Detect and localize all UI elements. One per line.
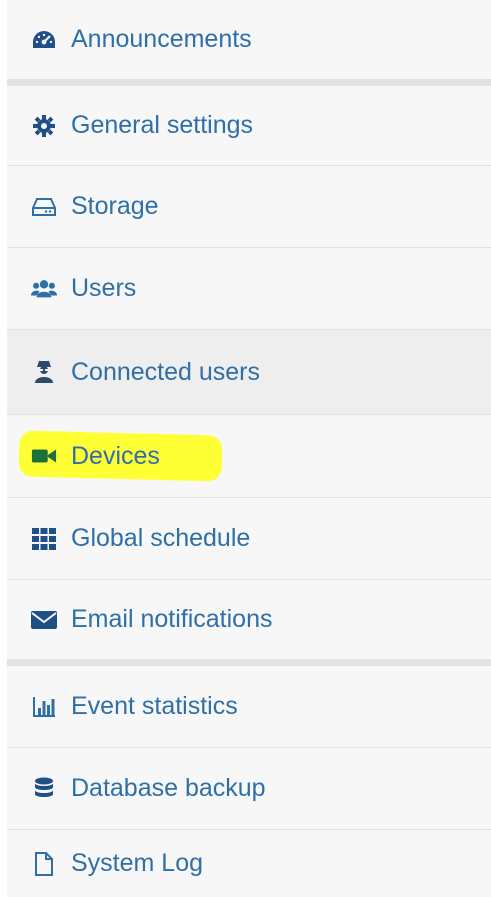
bar-chart-icon: [31, 695, 57, 719]
menu-item-label: Announcements: [71, 25, 252, 53]
menu-item-label: Connected users: [71, 357, 261, 386]
menu-item-announcements[interactable]: Announcements: [7, 0, 491, 80]
menu-item-label: Event statistics: [71, 692, 238, 720]
menu-item-label: Users: [71, 274, 137, 302]
menu-item-global-schedule[interactable]: Global schedule: [7, 498, 491, 580]
menu-item-devices[interactable]: Devices: [7, 415, 491, 498]
menu-item-label: Storage: [71, 192, 159, 220]
users-group-icon: [31, 277, 57, 301]
user-secret-icon: [31, 360, 57, 384]
menu-item-storage[interactable]: Storage: [7, 166, 491, 248]
hard-drive-icon: [31, 195, 57, 219]
menu-item-general-settings[interactable]: General settings: [7, 86, 491, 166]
menu-item-connected-users[interactable]: Connected users: [7, 330, 491, 415]
menu-item-label: Devices: [71, 441, 160, 470]
menu-item-users[interactable]: Users: [7, 248, 491, 330]
file-icon: [31, 851, 57, 876]
menu-item-label: General settings: [71, 111, 254, 139]
menu-item-system-log[interactable]: System Log: [7, 830, 491, 897]
envelope-icon: [31, 608, 57, 632]
menu-item-label: Email notifications: [71, 605, 273, 633]
menu-item-label: Global schedule: [71, 524, 251, 552]
menu-item-email-notifications[interactable]: Email notifications: [7, 580, 491, 660]
dashboard-gauge-icon: [31, 28, 57, 52]
menu-item-label: Database backup: [71, 774, 266, 802]
settings-sidebar-menu: Announcements General settings Storage U…: [7, 0, 491, 897]
menu-item-event-statistics[interactable]: Event statistics: [7, 666, 491, 748]
menu-item-database-backup[interactable]: Database backup: [7, 748, 491, 830]
grid-icon: [31, 527, 57, 551]
menu-item-label: System Log: [71, 849, 204, 877]
gear-icon: [31, 114, 57, 138]
video-camera-icon: [31, 444, 57, 468]
database-icon: [31, 777, 57, 801]
